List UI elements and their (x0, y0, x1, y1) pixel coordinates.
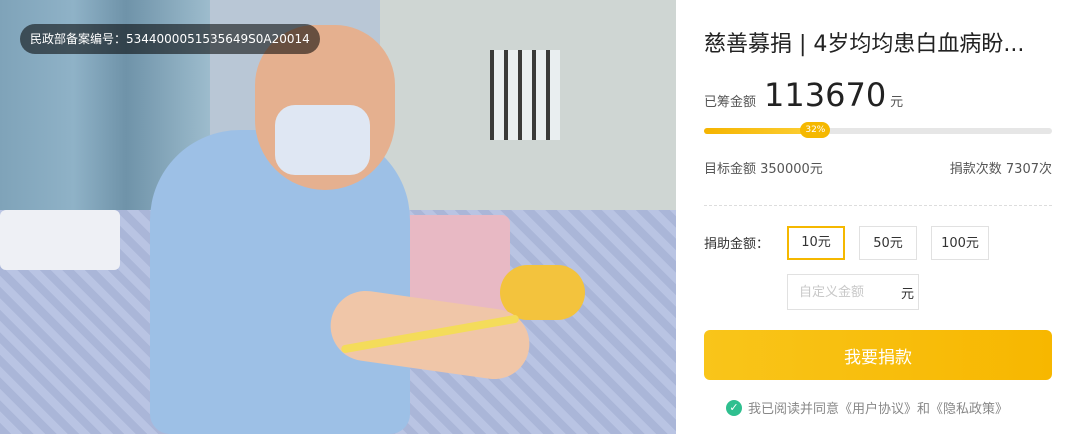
custom-amount-unit: 元 (901, 286, 915, 302)
progress-fill (704, 128, 816, 134)
custom-amount-field: 元 (787, 274, 919, 310)
raised-amount: 已筹金额 113670 元 (704, 76, 903, 114)
window (490, 50, 560, 140)
amount-option-100[interactable]: 100元 (931, 226, 989, 260)
campaign-photo: 民政部备案编号：5344000051535649S0A20014 (0, 0, 676, 434)
check-circle-icon[interactable]: ✓ (726, 399, 742, 416)
donate-button[interactable]: 我要捐款 (704, 330, 1052, 380)
donation-count: 捐款次数 7307次 (949, 162, 1052, 177)
face-mask (275, 105, 370, 175)
registration-badge: 民政部备案编号：5344000051535649S0A20014 (20, 24, 320, 54)
amount-option-50[interactable]: 50元 (859, 226, 917, 260)
pillow (0, 210, 120, 270)
target-amount: 目标金额 350000元 (704, 162, 823, 177)
campaign-stats: 目标金额 350000元 捐款次数 7307次 (704, 158, 1052, 177)
raised-label: 已筹金额 (704, 95, 757, 110)
raised-unit: 元 (890, 95, 904, 110)
agreement[interactable]: ✓ 我已阅读并同意《用户协议》和《隐私政策》 (726, 398, 1008, 417)
child-body (150, 130, 410, 434)
custom-amount-input[interactable] (797, 283, 897, 301)
progress-bar: 32% (704, 122, 1052, 138)
toy (500, 265, 585, 320)
amount-option-10[interactable]: 10元 (787, 226, 845, 260)
progress-percent: 32% (800, 122, 831, 138)
campaign-title: 慈善募捐 | 4岁均均患白血病盼... (704, 32, 1025, 57)
donate-amount-label: 捐助金额： (704, 237, 770, 252)
divider (704, 205, 1052, 206)
agreement-text: 我已阅读并同意《用户协议》和《隐私政策》 (748, 402, 1009, 417)
donation-panel: 慈善募捐 | 4岁均均患白血病盼... 已筹金额 113670 元 32% 目标… (676, 0, 1078, 434)
raised-value: 113670 (764, 76, 887, 114)
